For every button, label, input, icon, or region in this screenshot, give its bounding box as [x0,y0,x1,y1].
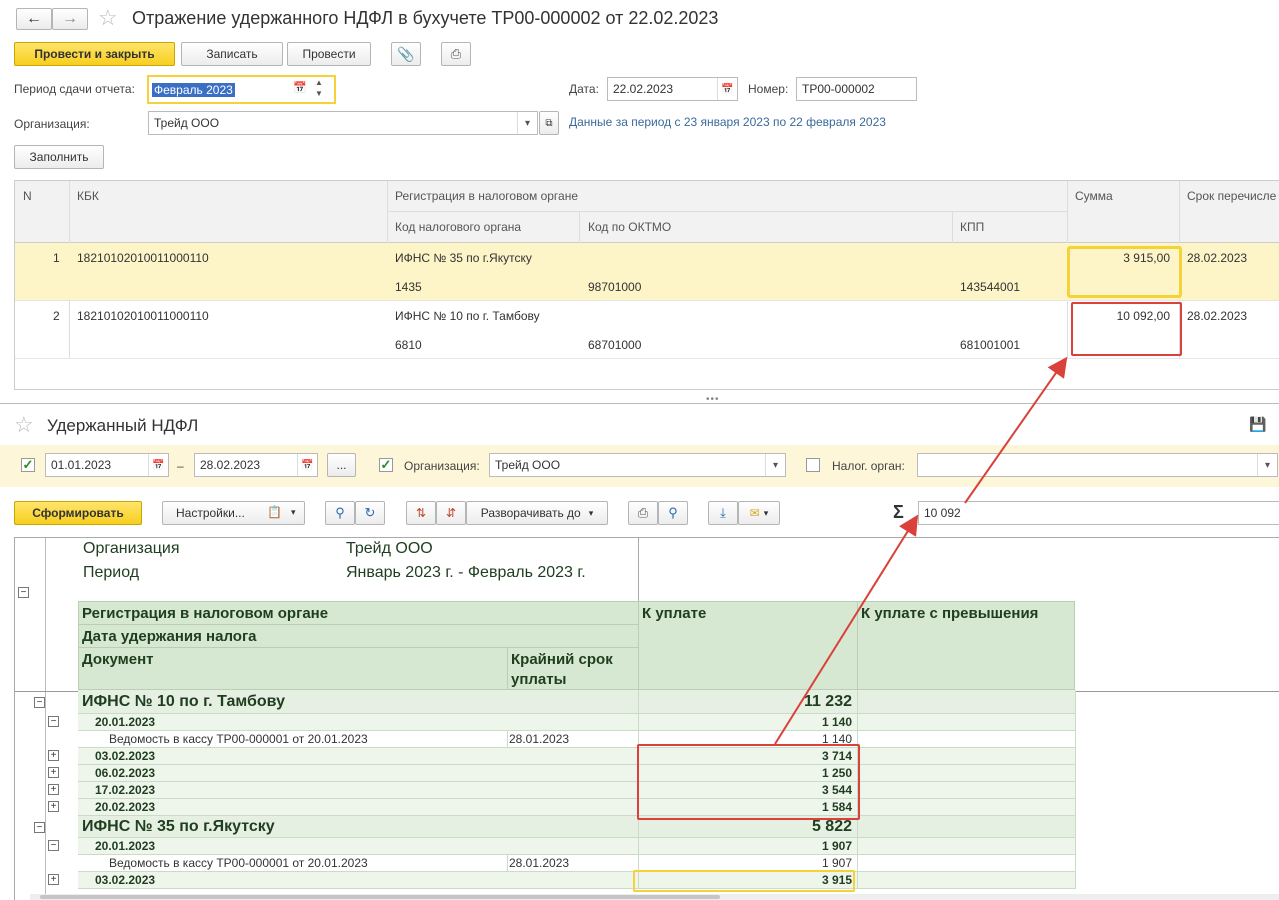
arrow-to-table-sum [964,356,1068,504]
scrollbar-thumb[interactable] [40,895,720,899]
arrow-to-sum-field [774,514,919,745]
annotation-arrows [774,356,1068,745]
